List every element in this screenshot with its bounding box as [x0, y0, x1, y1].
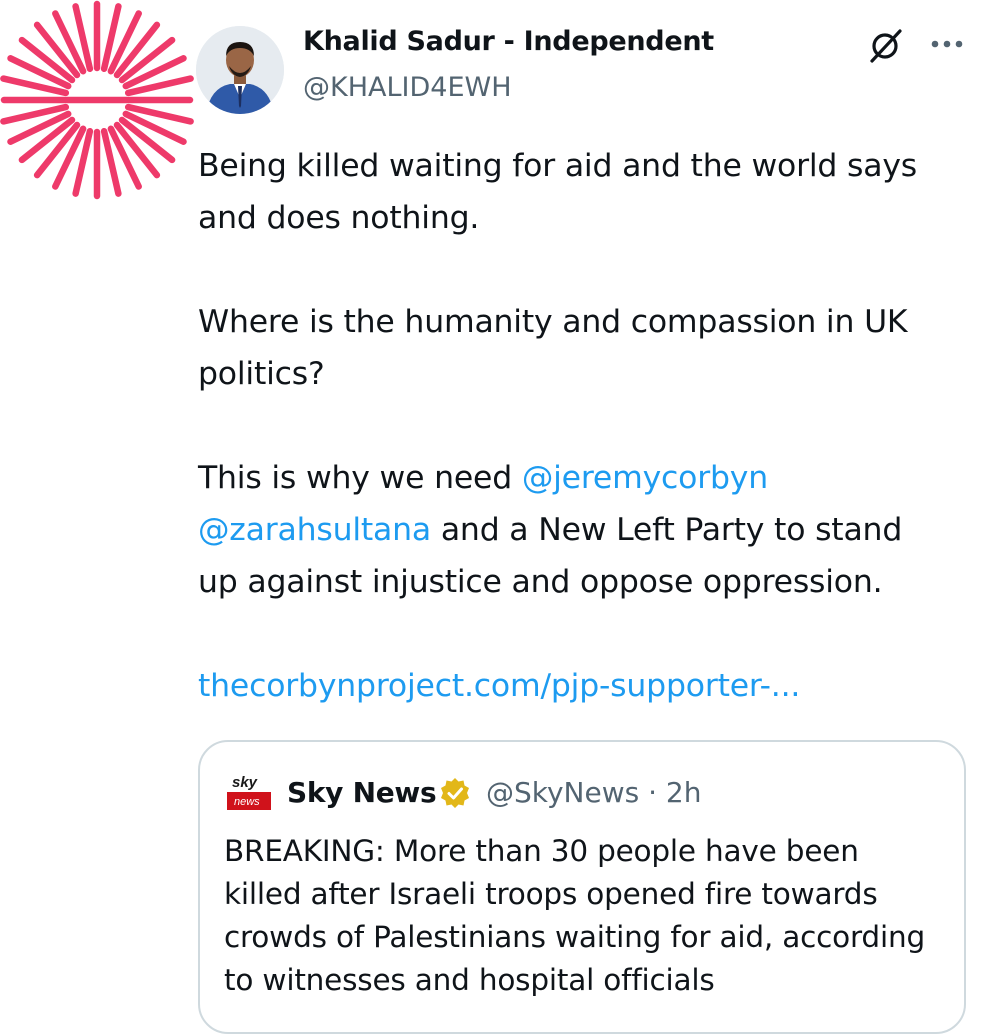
- more-dots-icon[interactable]: [928, 30, 966, 58]
- tweet-line: thecorbynproject.com/pjp-supporter-...: [198, 660, 988, 712]
- quoted-line: crowds of Palestinians waiting for aid, …: [224, 920, 925, 954]
- tweet-line: politics?: [198, 356, 325, 392]
- grok-icon[interactable]: [866, 27, 904, 65]
- quoted-tweet-header: sky news Sky News @SkyNews · 2h: [224, 772, 944, 816]
- tweet-line: Being killed waiting for aid and the wor…: [198, 148, 917, 184]
- tweet-line-text: This is why we need: [198, 460, 522, 496]
- external-link[interactable]: thecorbynproject.com/pjp-supporter-...: [198, 660, 800, 712]
- author-handle[interactable]: @KHALID4EWH: [303, 72, 512, 103]
- sky-news-logo[interactable]: sky news: [224, 772, 274, 814]
- quoted-tweet-text: BREAKING: More than 30 people have been …: [224, 830, 954, 1002]
- mention-jeremycorbyn[interactable]: @jeremycorbyn: [522, 460, 768, 496]
- avatar-image: [196, 26, 284, 114]
- tweet-line: @zarahsultana and a New Left Party to st…: [198, 504, 988, 556]
- author-name[interactable]: Khalid Sadur - Independent: [303, 26, 714, 57]
- tweet-line-text: and a New Left Party to stand: [431, 512, 903, 548]
- quoted-line: BREAKING: More than 30 people have been: [224, 834, 859, 868]
- tweet-line: and does nothing.: [198, 200, 480, 236]
- sunburst-logo: [0, 0, 194, 200]
- tweet-line: This is why we need @jeremycorbyn: [198, 452, 988, 504]
- quoted-line: to witnesses and hospital officials: [224, 963, 715, 997]
- quoted-author-handle-time[interactable]: @SkyNews · 2h: [486, 776, 701, 809]
- avatar[interactable]: [196, 26, 284, 114]
- news-logo-text: news: [234, 796, 260, 808]
- tweet-text: Being killed waiting for aid and the wor…: [198, 140, 988, 712]
- sky-logo-text: sky: [232, 774, 258, 791]
- gold-verified-badge-icon: [441, 778, 469, 808]
- quoted-author-name[interactable]: Sky News: [287, 776, 437, 809]
- mention-zarahsultana[interactable]: @zarahsultana: [198, 512, 431, 548]
- tweet-line: up against injustice and oppose oppressi…: [198, 564, 883, 600]
- quoted-line: killed after Israeli troops opened fire …: [224, 877, 878, 911]
- quoted-tweet-card[interactable]: sky news Sky News @SkyNews · 2h BREAKING…: [198, 740, 966, 1034]
- tweet-line: Where is the humanity and compassion in …: [198, 304, 908, 340]
